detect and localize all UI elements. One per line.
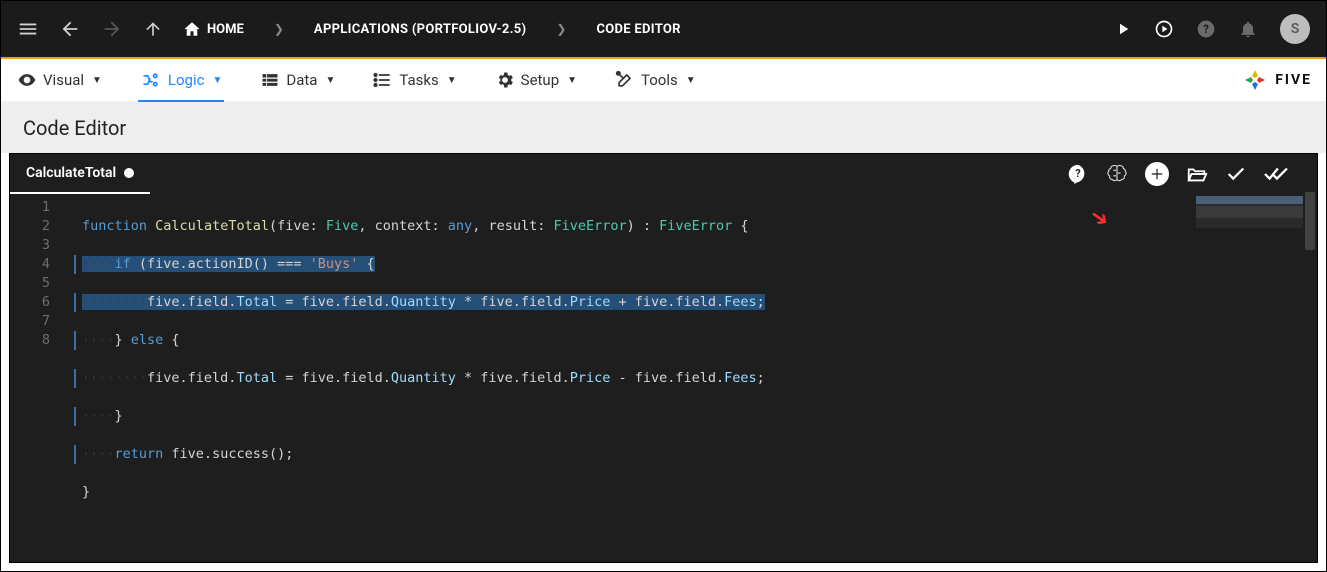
breadcrumb-codeeditor[interactable]: CODE EDITOR xyxy=(596,22,680,37)
unsaved-dot-icon xyxy=(124,168,134,178)
avatar[interactable]: S xyxy=(1280,14,1310,44)
chevron-icon: ❯ xyxy=(264,22,294,36)
editor: CalculateTotal ? ➔ 1 xyxy=(9,153,1318,563)
top-bar: HOME ❯ APPLICATIONS (PORTFOLIOV-2.5) ❯ C… xyxy=(1,1,1326,57)
avatar-initial: S xyxy=(1291,21,1300,37)
main-tabs: Visual▼ Logic▼ Data▼ Tasks▼ Setup▼ Tools… xyxy=(1,59,1326,103)
code-area[interactable]: 1 2 3 4 5 6 7 8 function CalculateTotal(… xyxy=(10,194,1317,540)
add-button[interactable] xyxy=(1145,162,1169,186)
file-tab-calculatetotal[interactable]: CalculateTotal xyxy=(10,154,150,194)
page-title-bar: Code Editor xyxy=(1,103,1326,153)
tab-visual-label: Visual xyxy=(43,71,84,89)
vertical-scrollbar[interactable] xyxy=(1303,154,1317,562)
up-icon[interactable] xyxy=(143,19,163,39)
brain-icon[interactable] xyxy=(1105,163,1129,185)
tab-tasks-label: Tasks xyxy=(399,71,438,89)
tab-tasks[interactable]: Tasks▼ xyxy=(371,60,458,100)
brand-name: FIVE xyxy=(1275,72,1312,88)
svg-text:?: ? xyxy=(1075,167,1081,180)
brand-logo: FIVE xyxy=(1243,68,1312,92)
run-icon[interactable] xyxy=(1114,20,1132,38)
bell-icon[interactable] xyxy=(1238,19,1258,39)
check-icon[interactable] xyxy=(1225,163,1247,185)
file-tab-label: CalculateTotal xyxy=(26,165,116,181)
forward-icon xyxy=(101,18,123,40)
minimap[interactable] xyxy=(1196,196,1311,228)
chevron-icon: ❯ xyxy=(546,22,576,36)
tab-setup[interactable]: Setup▼ xyxy=(493,60,579,100)
tab-data[interactable]: Data▼ xyxy=(258,60,337,100)
back-icon[interactable] xyxy=(59,18,81,40)
svg-text:?: ? xyxy=(1203,22,1209,36)
tab-logic-label: Logic xyxy=(168,71,205,89)
check-all-icon[interactable] xyxy=(1263,163,1289,185)
tab-tools-label: Tools xyxy=(641,71,678,89)
hamburger-icon[interactable] xyxy=(17,18,39,40)
page-title: Code Editor xyxy=(23,116,126,140)
explore-icon[interactable] xyxy=(1154,19,1174,39)
tab-visual[interactable]: Visual▼ xyxy=(15,60,104,100)
tab-tools[interactable]: Tools▼ xyxy=(613,60,698,100)
line-gutter: 1 2 3 4 5 6 7 8 xyxy=(10,194,60,540)
tab-data-label: Data xyxy=(286,71,317,89)
breadcrumb-home[interactable]: HOME xyxy=(183,20,244,38)
code-body[interactable]: function CalculateTotal(five: Five, cont… xyxy=(60,194,1317,540)
editor-tabbar: CalculateTotal ? xyxy=(10,154,1317,194)
editor-help-icon[interactable]: ? xyxy=(1067,163,1089,185)
help-icon[interactable]: ? xyxy=(1196,19,1216,39)
breadcrumb-home-label: HOME xyxy=(207,22,244,37)
tab-logic[interactable]: Logic▼ xyxy=(138,60,224,102)
breadcrumb-applications[interactable]: APPLICATIONS (PORTFOLIOV-2.5) xyxy=(314,22,526,37)
open-folder-icon[interactable] xyxy=(1185,163,1209,185)
tab-setup-label: Setup xyxy=(521,71,559,89)
